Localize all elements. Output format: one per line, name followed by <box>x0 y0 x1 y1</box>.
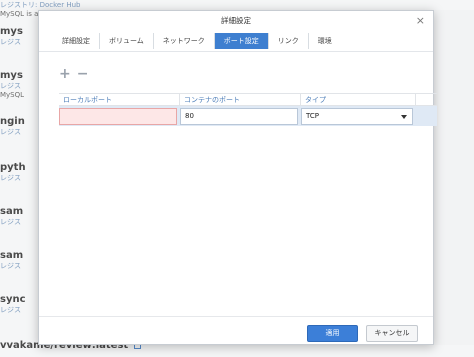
column-type[interactable]: タイプ <box>301 94 416 105</box>
apply-button[interactable]: 適用 <box>307 325 358 342</box>
table-row[interactable]: 80 TCP <box>59 106 437 126</box>
add-icon[interactable]: + <box>59 67 71 81</box>
column-spacer <box>416 94 437 105</box>
port-toolbar: + − <box>59 67 88 81</box>
grid-header: ローカルポート コンテナのポート タイプ <box>59 93 437 106</box>
container-port-input[interactable]: 80 <box>180 107 298 125</box>
tab-network[interactable]: ネットワーク <box>154 33 215 49</box>
type-select[interactable]: TCP <box>301 107 413 125</box>
tab-port-settings[interactable]: ポート設定 <box>214 33 269 49</box>
tab-divider <box>39 51 433 52</box>
chevron-down-icon <box>401 114 407 119</box>
dialog-footer: 適用 キャンセル <box>39 316 433 344</box>
type-select-value: TCP <box>306 111 319 120</box>
cancel-button[interactable]: キャンセル <box>366 325 418 342</box>
tab-links[interactable]: リンク <box>269 33 309 49</box>
settings-tabs: 詳細設定 ボリューム ネットワーク ポート設定 リンク 環境 <box>53 33 341 49</box>
dialog-title-bar: 詳細設定 × <box>39 11 433 31</box>
port-grid: ローカルポート コンテナのポート タイプ 80 TCP <box>59 93 437 126</box>
tab-advanced[interactable]: 詳細設定 <box>53 33 100 49</box>
column-local-port[interactable]: ローカルポート <box>59 94 180 105</box>
tab-environment[interactable]: 環境 <box>309 33 341 49</box>
column-container-port[interactable]: コンテナのポート <box>180 94 301 105</box>
tab-volume[interactable]: ボリューム <box>100 33 154 49</box>
close-icon[interactable]: × <box>416 14 425 28</box>
advanced-settings-dialog: 詳細設定 × 詳細設定 ボリューム ネットワーク ポート設定 リンク 環境 + … <box>38 10 437 345</box>
dialog-title: 詳細設定 <box>221 16 251 25</box>
local-port-input[interactable] <box>59 107 177 125</box>
remove-icon[interactable]: − <box>77 67 89 81</box>
